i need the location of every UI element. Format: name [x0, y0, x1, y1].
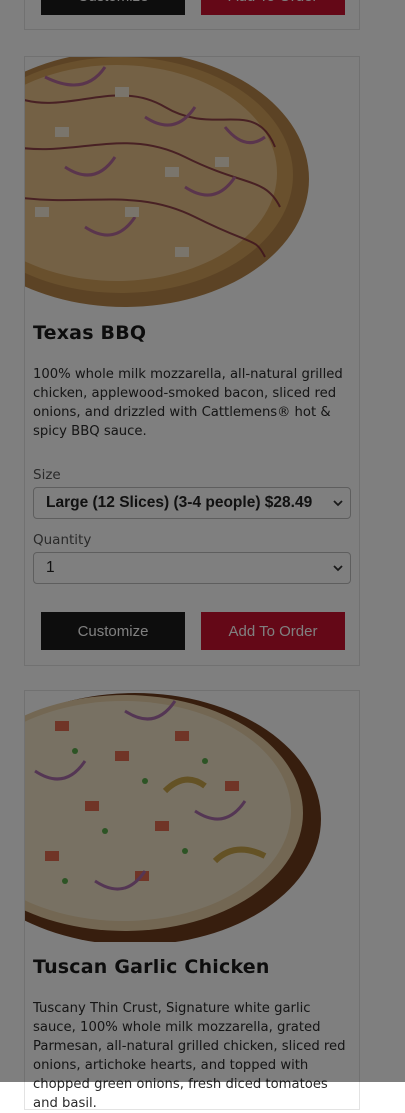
texas-bbq-pizza-illustration: [25, 57, 309, 307]
menu-page: Customize Add To Order: [0, 0, 405, 1111]
quantity-select[interactable]: 1: [33, 552, 351, 584]
menu-card-previous: Customize Add To Order: [24, 0, 360, 30]
size-label: Size: [33, 467, 61, 483]
menu-card-texas-bbq: Texas BBQ 100% whole milk mozzarella, al…: [24, 56, 360, 666]
customize-button[interactable]: Customize: [41, 0, 185, 15]
button-row: Customize Add To Order: [41, 0, 345, 15]
add-to-order-button[interactable]: Add To Order: [201, 0, 345, 15]
pizza-image-tuscan-garlic-chicken: [25, 691, 359, 942]
menu-card-tuscan-garlic-chicken: Tuscan Garlic Chicken Tuscany Thin Crust…: [24, 690, 360, 1111]
add-to-order-button[interactable]: Add To Order: [201, 612, 345, 650]
size-select[interactable]: Large (12 Slices) (3-4 people) $28.49: [33, 487, 351, 519]
pizza-title: Tuscan Garlic Chicken: [33, 956, 270, 978]
chevron-down-icon: [333, 500, 343, 507]
customize-button[interactable]: Customize: [41, 612, 185, 650]
tuscan-pizza-illustration: [25, 693, 321, 942]
pizza-title: Texas BBQ: [33, 322, 147, 344]
size-select-value: Large (12 Slices) (3-4 people) $28.49: [46, 494, 313, 511]
chevron-down-icon: [333, 565, 343, 572]
quantity-select-value: 1: [46, 559, 55, 576]
pizza-image-texas-bbq: [25, 57, 359, 308]
quantity-label: Quantity: [33, 532, 92, 548]
pizza-description: 100% whole milk mozzarella, all-natural …: [33, 367, 343, 439]
pizza-description: Tuscany Thin Crust, Signature white garl…: [33, 1001, 346, 1111]
button-row: Customize Add To Order: [41, 612, 345, 650]
